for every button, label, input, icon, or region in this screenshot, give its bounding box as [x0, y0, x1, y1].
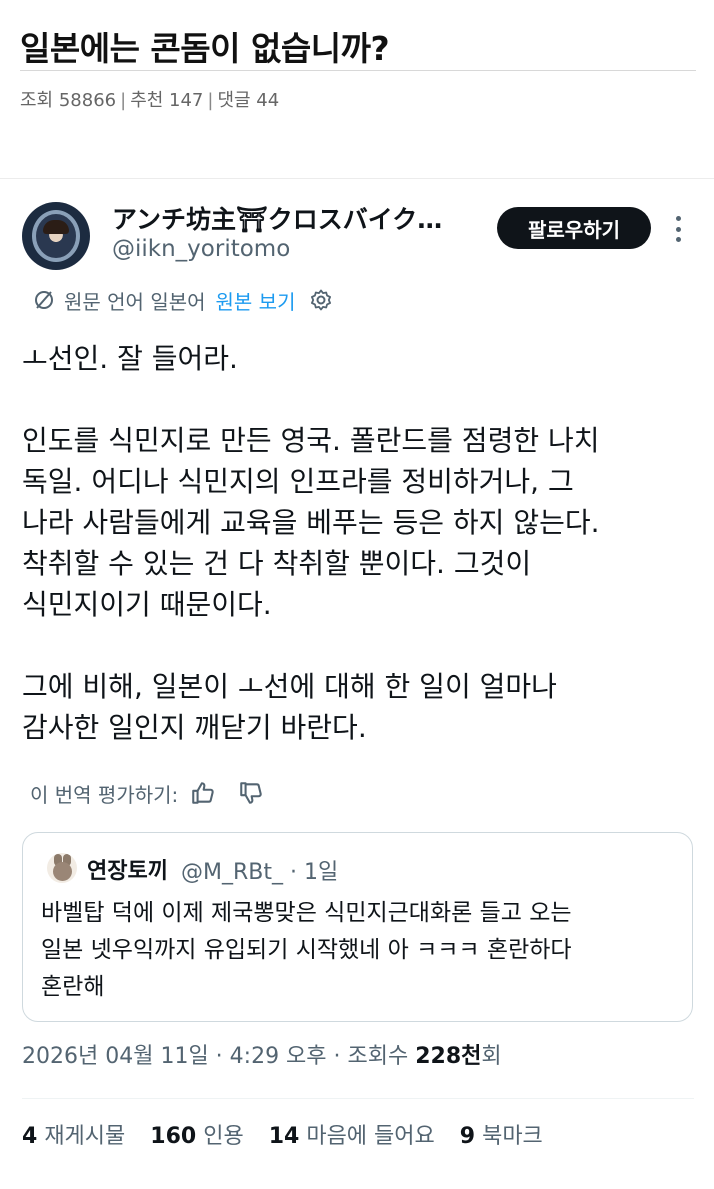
quote-avatar	[47, 853, 77, 883]
stats-divider	[22, 1098, 694, 1099]
timestamp-text: 2026년 04월 11일 · 4:29 오후 · 조회수	[22, 1044, 416, 1069]
avatar[interactable]	[22, 202, 90, 270]
title-divider	[20, 70, 696, 71]
view-original-link[interactable]: 원본 보기	[216, 286, 296, 315]
tweet-line: 그에 비해, 일본이 ㅗ선에 대해 한 일이 얼마나	[22, 670, 557, 703]
thumbs-down-icon[interactable]	[238, 780, 264, 806]
post-meta: 조회 58866 | 추천 147 | 댓글 44	[20, 86, 279, 112]
rate-label: 이 번역 평가하기:	[30, 782, 179, 807]
meta-separator: |	[207, 90, 214, 111]
tweet-timestamp[interactable]: 2026년 04월 11일 · 4:29 오후 · 조회수 228천회	[22, 1038, 502, 1070]
reposts-stat[interactable]: 4 재게시물	[22, 1124, 125, 1149]
views-number: 228천	[415, 1044, 482, 1069]
recommend-count: 추천 147	[130, 90, 204, 111]
tweet-line: ㅗ선인. 잘 들어라.	[22, 342, 238, 375]
views-count: 조회 58866	[20, 90, 117, 111]
settings-gear-icon[interactable]	[309, 288, 333, 312]
quotes-stat[interactable]: 160 인용	[150, 1124, 243, 1149]
comments-count[interactable]: 댓글 44	[217, 86, 279, 112]
display-name[interactable]: アンチ坊主⛩クロスバイク…	[112, 200, 462, 236]
tweet-stats: 4 재게시물 160 인용 14 마음에 들어요 9 북마크	[22, 1118, 561, 1150]
tweet-line: 착취할 수 있는 건 다 착취할 뿐이다. 그것이	[22, 547, 532, 580]
tweet-line: 인도를 식민지로 만든 영국. 폴란드를 점령한 나치	[22, 424, 600, 457]
meta-separator: |	[120, 90, 127, 111]
bookmarks-stat[interactable]: 9 북마크	[460, 1124, 543, 1149]
tweet-line: 독일. 어디나 식민지의 인프라를 정비하거나, 그	[22, 465, 574, 498]
quoted-tweet[interactable]: 연장토끼 @M_RBt_ · 1일 바벨탑 덕에 이제 제국뽕맞은 식민지근대화…	[22, 832, 693, 1022]
more-options-icon[interactable]	[670, 216, 686, 242]
quote-line: 바벨탑 덕에 이제 제국뽕맞은 식민지근대화론 들고 오는	[41, 900, 572, 926]
translate-globe-icon	[35, 291, 53, 309]
tweet-line: 감사한 일인지 깨닫기 바란다.	[22, 711, 367, 744]
quote-text: 바벨탑 덕에 이제 제국뽕맞은 식민지근대화론 들고 오는 일본 넷우익까지 유…	[41, 895, 681, 1006]
tweet-line: 나라 사람들에게 교육을 베푸는 등은 하지 않는다.	[22, 506, 600, 539]
thumbs-up-icon[interactable]	[190, 780, 216, 806]
user-handle[interactable]: @iikn_yoritomo	[112, 236, 290, 262]
quote-line: 혼란해	[41, 974, 105, 1000]
follow-button[interactable]: 팔로우하기	[497, 207, 651, 249]
post-title: 일본에는 콘돔이 없습니까?	[20, 29, 390, 68]
section-divider	[0, 178, 714, 179]
likes-stat[interactable]: 14 마음에 들어요	[269, 1124, 435, 1149]
views-suffix: 회	[481, 1044, 502, 1069]
rate-translation: 이 번역 평가하기:	[30, 778, 264, 808]
translate-info-text: 원문 언어 일본어	[64, 289, 206, 314]
tweet-line: 식민지이기 때문이다.	[22, 588, 272, 621]
quote-handle: @M_RBt_ · 1일	[181, 860, 339, 885]
tweet-text: ㅗ선인. 잘 들어라. 인도를 식민지로 만든 영국. 폴란드를 점령한 나치 …	[22, 338, 702, 748]
quote-display-name: 연장토끼	[87, 859, 168, 884]
translation-info: 원문 언어 일본어 원본 보기	[32, 286, 333, 314]
quote-line: 일본 넷우익까지 유입되기 시작했네 아 ㅋㅋㅋ 혼란하다	[41, 937, 572, 963]
